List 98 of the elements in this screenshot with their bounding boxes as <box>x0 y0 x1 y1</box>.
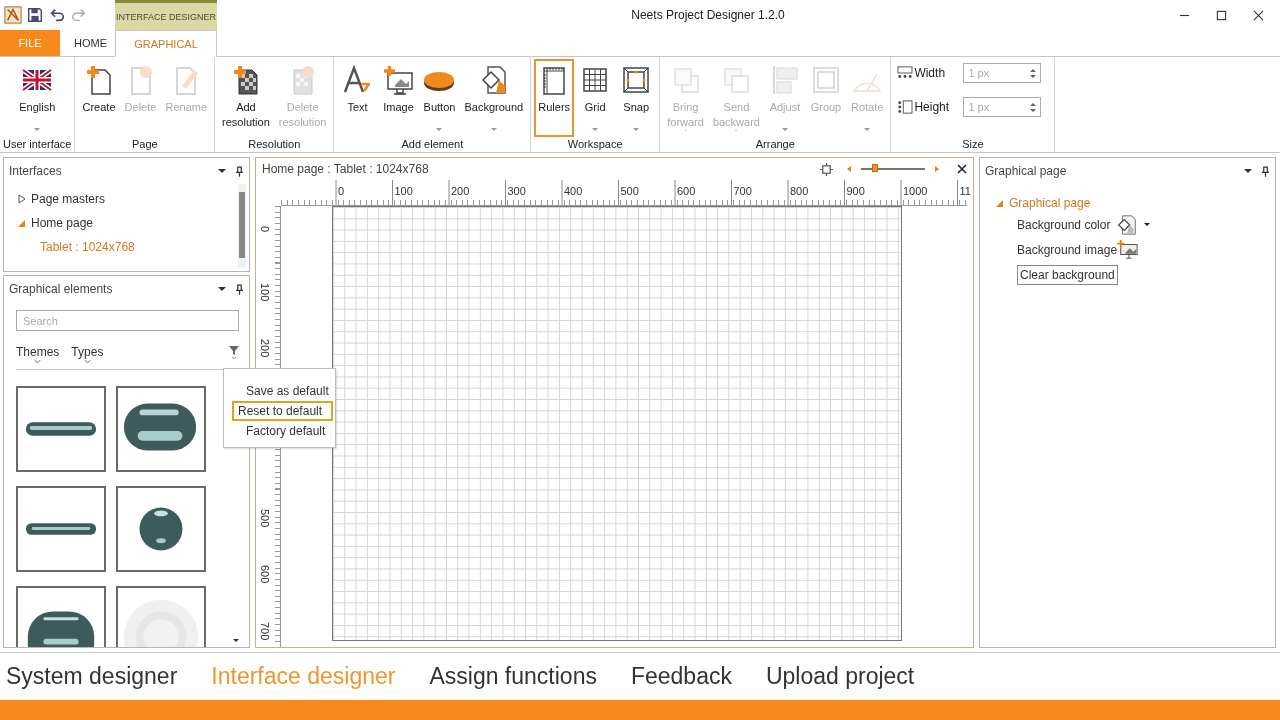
monitor-icon[interactable] <box>1117 239 1140 260</box>
menu-item[interactable]: Factory default <box>232 421 333 441</box>
dropdown-icon[interactable] <box>1244 169 1252 173</box>
ribbon-button[interactable]: Create <box>78 59 120 137</box>
element-tile[interactable] <box>116 586 206 647</box>
dropdown-icon[interactable] <box>218 287 226 291</box>
element-tile[interactable] <box>16 386 106 472</box>
tree-item[interactable]: Page masters <box>18 187 238 211</box>
ribbon-button[interactable]: Background <box>460 59 528 137</box>
chevron-icon <box>34 359 42 364</box>
pin-icon[interactable] <box>236 165 243 177</box>
app-logo-icon <box>4 6 22 24</box>
filter-dropdown[interactable]: Types <box>71 341 104 364</box>
zoom-out-icon[interactable] <box>847 166 851 172</box>
scrollbar[interactable] <box>238 184 246 268</box>
ruler-label: 900 <box>845 185 865 197</box>
button-drawing <box>25 523 97 535</box>
group-label: User interface <box>3 138 72 152</box>
clear-background-button[interactable]: Clear background <box>1017 265 1118 285</box>
zoom-in-icon[interactable] <box>935 166 939 172</box>
panel-title: Graphical elements <box>9 282 114 296</box>
ruler-label: 700 <box>732 185 752 197</box>
ribbon-button[interactable]: Snap <box>616 59 657 137</box>
ruler-label: 800 <box>789 185 809 197</box>
monitor-icon <box>382 64 415 96</box>
ruler-label: 200 <box>450 185 470 197</box>
caret-icon[interactable] <box>1144 223 1151 226</box>
group-label: Add element <box>401 138 464 152</box>
group-label: Arrange <box>755 138 795 152</box>
fit-icon[interactable] <box>820 162 833 176</box>
dropdown-icon[interactable] <box>218 169 226 173</box>
close-icon[interactable] <box>957 164 967 174</box>
menu-item[interactable]: Reset to default <box>232 401 333 421</box>
nav-tab[interactable]: System designer <box>6 663 178 690</box>
height-icon <box>897 100 914 114</box>
width-icon <box>897 66 914 80</box>
window-title: Neets Project Designer 1.2.0 <box>630 8 786 22</box>
ribbon-button[interactable]: Grid <box>575 59 616 137</box>
ruler-label: 1000 <box>902 185 928 197</box>
property-label: Background color <box>1017 217 1111 232</box>
panel-title: Graphical page <box>985 164 1068 178</box>
group-label: Page <box>131 138 158 152</box>
ruler-label: 600 <box>259 565 271 584</box>
element-tile[interactable] <box>16 486 106 572</box>
ribbon-button[interactable]: Button <box>419 59 460 137</box>
chevron-icon <box>83 359 91 364</box>
ruler-label: 200 <box>259 339 271 358</box>
element-tile[interactable] <box>116 386 206 472</box>
undo-icon[interactable] <box>48 6 66 24</box>
close-icon[interactable] <box>1253 9 1264 21</box>
document-title: Home page : Tablet : 1024x768 <box>262 162 430 176</box>
pin-icon[interactable] <box>236 283 243 295</box>
maximize-icon[interactable] <box>1216 9 1227 21</box>
scroll-down-icon[interactable] <box>233 639 239 642</box>
zoom-thumb[interactable] <box>872 164 879 172</box>
button-drawing <box>25 422 97 436</box>
pin-icon[interactable] <box>1262 165 1269 177</box>
group-label: Resolution <box>248 138 301 152</box>
filter-dropdown[interactable]: Themes <box>16 341 60 364</box>
ruler-label: 500 <box>259 508 271 527</box>
element-tile[interactable] <box>16 586 106 647</box>
nav-tab[interactable]: Assign functions <box>429 663 597 690</box>
ruler-label: 700 <box>259 621 271 640</box>
tree-item[interactable]: Home page <box>18 211 238 235</box>
triangle-icon[interactable] <box>996 198 1004 208</box>
ruler-label: 400 <box>563 185 583 197</box>
group-label: Workspace <box>567 138 623 152</box>
ruler-label: 0 <box>259 226 271 233</box>
ruler-label: 0 <box>337 185 345 197</box>
menu-item[interactable]: Save as default <box>232 381 333 401</box>
ruler-label: 11 <box>958 185 971 197</box>
triangle-icon[interactable] <box>18 218 26 228</box>
group-label: Size <box>962 138 984 152</box>
context-tab-header: INTERFACE DESIGNER <box>115 0 217 30</box>
button-drawing <box>27 611 95 647</box>
ruler-label: 300 <box>506 185 526 197</box>
button-drawing <box>139 507 183 551</box>
ribbon-button[interactable]: English <box>15 59 60 137</box>
filter-icon[interactable] <box>229 345 239 359</box>
property-label: Background image <box>1017 242 1118 257</box>
ruler-label: 100 <box>393 185 413 197</box>
paint-bucket-icon[interactable] <box>1116 213 1139 236</box>
ribbon-button[interactable]: Rulers <box>534 59 575 137</box>
element-tile[interactable] <box>116 486 206 572</box>
panel-title: Interfaces <box>9 164 63 178</box>
ribbon-button[interactable]: Text <box>337 59 378 137</box>
ribbon-button[interactable]: Image <box>378 59 419 137</box>
ribbon-button[interactable]: Add resolution <box>218 59 274 137</box>
search-field[interactable]: Search <box>16 310 239 331</box>
field-label: Width <box>914 66 947 80</box>
save-icon[interactable] <box>26 6 44 24</box>
triangle-icon[interactable] <box>18 194 26 204</box>
field-label: Height <box>914 100 951 114</box>
nav-tab[interactable]: Feedback <box>630 663 732 690</box>
ruler-label: 100 <box>259 282 271 301</box>
ruler-label: 500 <box>619 185 639 197</box>
nav-tab[interactable]: Upload project <box>765 663 915 690</box>
ruler-label: 600 <box>676 185 696 197</box>
